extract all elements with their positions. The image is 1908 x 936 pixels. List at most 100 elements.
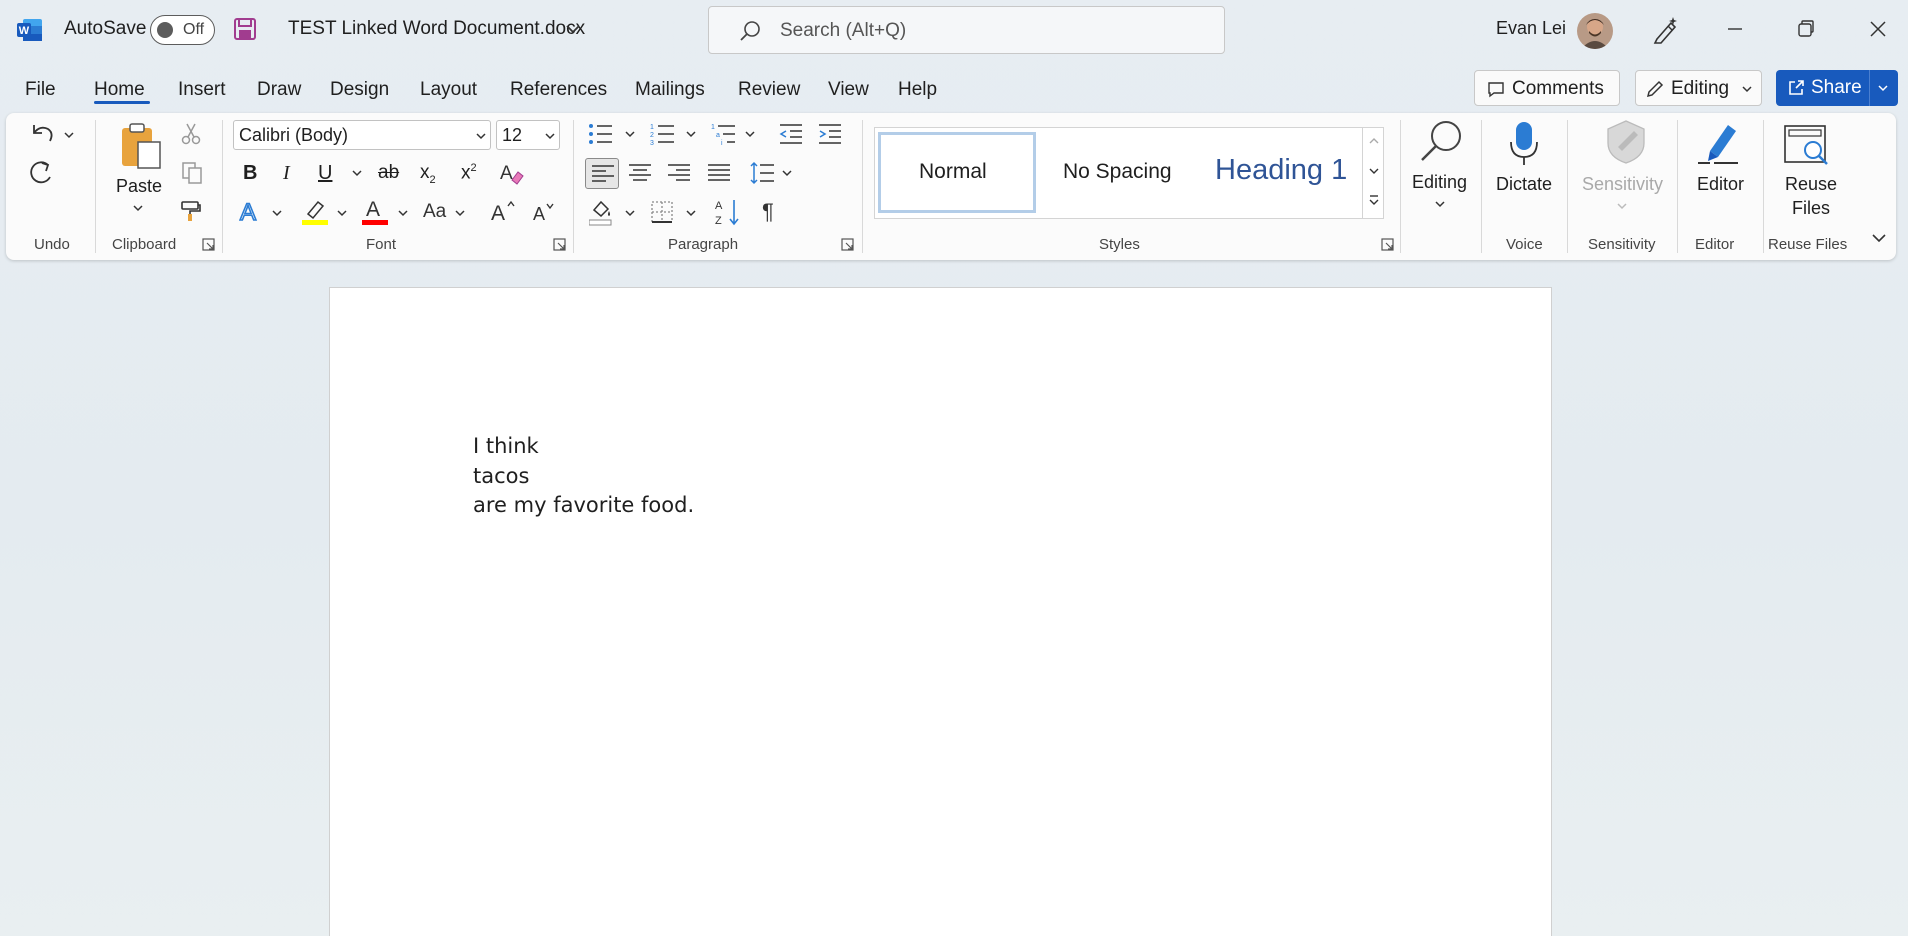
- dictate-button[interactable]: Dictate: [1496, 174, 1552, 195]
- dialog-launcher-icon[interactable]: [202, 238, 216, 252]
- superscript-icon[interactable]: x2: [461, 162, 477, 184]
- minimize-icon[interactable]: [1720, 14, 1750, 44]
- italic-icon[interactable]: I: [283, 162, 290, 185]
- tab-design[interactable]: Design: [330, 79, 389, 101]
- save-icon[interactable]: [233, 17, 257, 41]
- increase-indent-icon[interactable]: [817, 123, 843, 145]
- chevron-down-icon[interactable]: [565, 22, 581, 36]
- font-name-select[interactable]: Calibri (Body): [233, 120, 491, 150]
- subscript-icon[interactable]: x2: [420, 162, 436, 186]
- microphone-icon[interactable]: [1508, 120, 1540, 168]
- chevron-down-icon[interactable]: [336, 208, 348, 218]
- bold-icon[interactable]: B: [243, 162, 257, 185]
- underline-icon[interactable]: U: [318, 162, 332, 185]
- close-icon[interactable]: [1863, 14, 1893, 44]
- tab-help[interactable]: Help: [898, 79, 937, 101]
- chevron-down-icon[interactable]: [1368, 166, 1380, 176]
- user-name[interactable]: Evan Lei: [1496, 18, 1566, 39]
- chevron-down-icon[interactable]: [271, 208, 283, 218]
- multilevel-list-icon[interactable]: 1ai: [711, 122, 737, 146]
- document-title[interactable]: TEST Linked Word Document.docx: [288, 18, 585, 40]
- dialog-launcher-icon[interactable]: [1381, 238, 1395, 252]
- chevron-down-icon[interactable]: [744, 129, 756, 139]
- sensitivity-icon[interactable]: [1604, 119, 1648, 165]
- find-icon[interactable]: [1418, 118, 1466, 166]
- tab-home[interactable]: Home: [94, 79, 145, 101]
- chevron-down-icon[interactable]: [781, 168, 793, 178]
- chevron-down-icon[interactable]: [1877, 83, 1889, 93]
- editing-mode-button[interactable]: Editing: [1635, 70, 1762, 106]
- more-styles-icon[interactable]: [1368, 194, 1380, 208]
- numbering-icon[interactable]: 123: [650, 122, 676, 146]
- designer-pen-icon[interactable]: [1651, 15, 1679, 45]
- align-left-button[interactable]: [585, 158, 619, 189]
- editor-button[interactable]: Editor: [1697, 174, 1744, 195]
- line-spacing-icon[interactable]: [749, 161, 775, 185]
- sensitivity-button[interactable]: Sensitivity: [1582, 174, 1663, 195]
- grow-font-icon[interactable]: A: [490, 198, 516, 224]
- tab-layout[interactable]: Layout: [420, 79, 477, 101]
- tab-draw[interactable]: Draw: [257, 79, 301, 101]
- reuse-files-icon[interactable]: [1783, 124, 1831, 166]
- tab-view[interactable]: View: [828, 79, 869, 101]
- dialog-launcher-icon[interactable]: [553, 238, 567, 252]
- tab-review[interactable]: Review: [738, 79, 800, 101]
- document-line[interactable]: tacos: [473, 464, 529, 488]
- copy-icon[interactable]: [180, 161, 204, 185]
- document-line[interactable]: I think: [473, 434, 539, 458]
- search-box[interactable]: Search (Alt+Q): [708, 6, 1225, 54]
- decrease-indent-icon[interactable]: [778, 123, 804, 145]
- share-button[interactable]: Share: [1776, 70, 1898, 106]
- chevron-down-icon[interactable]: [1434, 199, 1446, 209]
- undo-icon[interactable]: [28, 121, 56, 147]
- strikethrough-icon[interactable]: ab: [378, 162, 399, 184]
- align-right-icon[interactable]: [667, 163, 691, 183]
- align-center-icon[interactable]: [628, 163, 652, 183]
- style-normal-label[interactable]: Normal: [919, 160, 987, 184]
- reuse-files-label-1[interactable]: Reuse: [1785, 174, 1837, 195]
- document-page[interactable]: [329, 287, 1552, 936]
- restore-icon[interactable]: [1791, 14, 1821, 44]
- editing-group-button[interactable]: Editing: [1412, 172, 1467, 193]
- chevron-down-icon[interactable]: [132, 203, 144, 213]
- shrink-font-icon[interactable]: A: [532, 200, 556, 224]
- borders-icon[interactable]: [650, 200, 674, 224]
- chevron-down-icon[interactable]: [624, 129, 636, 139]
- change-case-icon[interactable]: Aa: [423, 201, 446, 223]
- tab-references[interactable]: References: [510, 79, 607, 101]
- clear-formatting-icon[interactable]: A: [498, 160, 524, 186]
- editor-icon[interactable]: [1694, 119, 1742, 167]
- font-size-select[interactable]: 12: [496, 120, 560, 150]
- tab-mailings[interactable]: Mailings: [635, 79, 705, 101]
- chevron-down-icon[interactable]: [63, 130, 75, 140]
- chevron-down-icon[interactable]: [685, 129, 697, 139]
- comments-button[interactable]: Comments: [1474, 70, 1620, 106]
- autosave-toggle[interactable]: Off: [150, 15, 215, 45]
- tab-insert[interactable]: Insert: [178, 79, 226, 101]
- style-heading-1[interactable]: Heading 1: [1215, 154, 1347, 187]
- sort-icon[interactable]: AZ: [715, 197, 743, 227]
- shading-icon[interactable]: [589, 198, 615, 226]
- cut-icon[interactable]: [181, 122, 201, 146]
- styles-scrollbar[interactable]: [1362, 128, 1384, 218]
- avatar[interactable]: [1577, 13, 1613, 49]
- style-no-spacing[interactable]: No Spacing: [1063, 160, 1172, 184]
- highlight-icon[interactable]: [302, 198, 328, 226]
- text-effects-icon[interactable]: A: [239, 198, 265, 224]
- ribbon-display-options-icon[interactable]: [1871, 232, 1887, 244]
- search-input[interactable]: Search (Alt+Q): [780, 20, 906, 42]
- show-formatting-marks-icon[interactable]: ¶: [762, 199, 774, 225]
- font-color-icon[interactable]: A: [362, 196, 388, 226]
- document-line[interactable]: are my favorite food.: [473, 493, 694, 517]
- paste-icon[interactable]: [120, 122, 164, 170]
- chevron-down-icon[interactable]: [397, 208, 409, 218]
- chevron-up-icon[interactable]: [1368, 136, 1380, 146]
- chevron-down-icon[interactable]: [685, 208, 697, 218]
- bullets-icon[interactable]: [588, 122, 614, 146]
- chevron-down-icon[interactable]: [454, 208, 466, 218]
- tab-file[interactable]: File: [25, 79, 56, 101]
- chevron-down-icon[interactable]: [624, 208, 636, 218]
- justify-icon[interactable]: [707, 163, 731, 183]
- dialog-launcher-icon[interactable]: [841, 238, 855, 252]
- redo-icon[interactable]: [28, 159, 56, 187]
